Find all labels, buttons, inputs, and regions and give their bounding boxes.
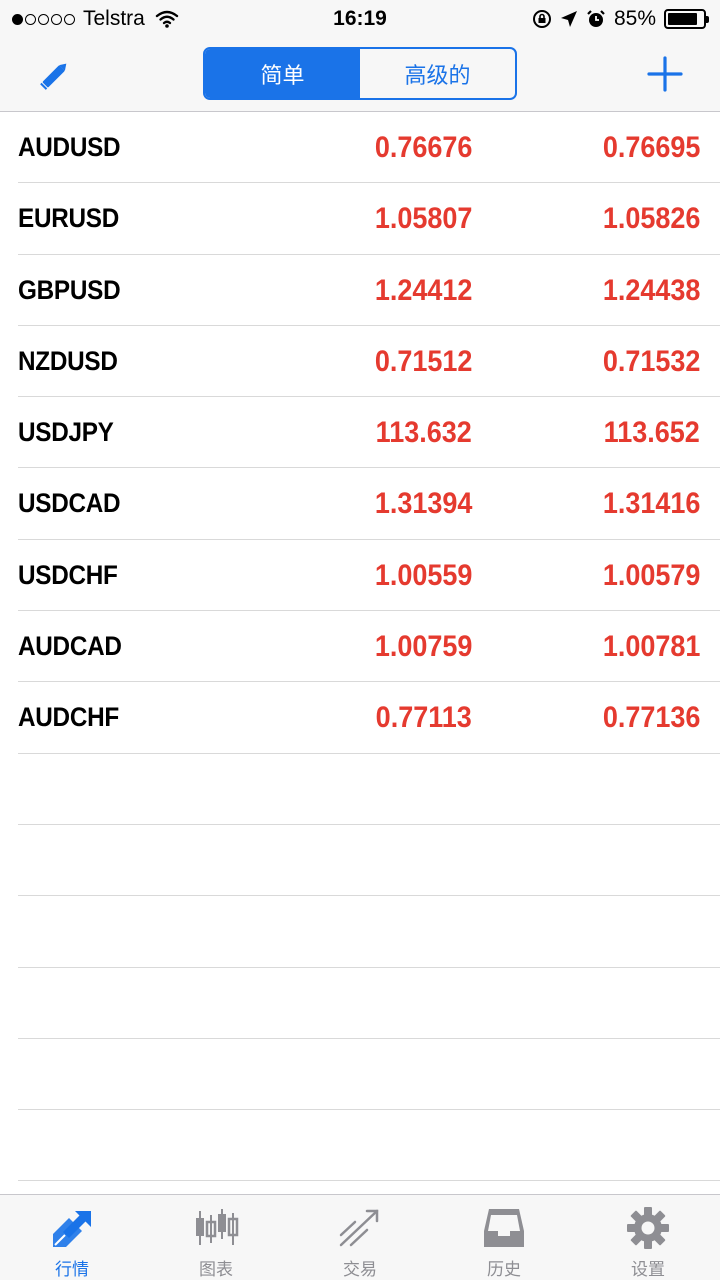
gear-icon: [627, 1207, 669, 1249]
quote-bid: 1.00559: [374, 558, 472, 592]
quote-row[interactable]: AUDCAD 1.00759 1.00781: [0, 611, 720, 683]
quote-row[interactable]: AUDCHF 0.77113 0.77136: [0, 682, 720, 754]
quote-row[interactable]: USDCAD 1.31394 1.31416: [0, 468, 720, 541]
status-bar: Telstra 16:19 85%: [0, 0, 720, 38]
battery-percent: 85%: [613, 7, 656, 30]
quote-symbol: GBPUSD: [18, 274, 121, 305]
quote-symbol: AUDUSD: [18, 132, 121, 162]
quote-row[interactable]: EURUSD 1.05807 1.05826: [0, 183, 720, 255]
quote-ask: 0.76695: [602, 131, 700, 164]
add-plus-icon[interactable]: [646, 55, 684, 93]
tab-bar: 行情 图表 交易 历史 设置: [0, 1194, 720, 1280]
quote-bid: 0.76676: [374, 131, 472, 164]
quote-symbol: AUDCAD: [18, 631, 122, 662]
quotes-screen: Telstra 16:19 85% 简单 高级的 AUDUSD 0.76676 …: [0, 0, 720, 1280]
quote-symbol: NZDUSD: [18, 345, 118, 376]
quote-bid: 1.00759: [374, 630, 472, 664]
tab-label: 交易: [343, 1260, 377, 1279]
tab-trade[interactable]: 交易: [288, 1195, 432, 1280]
tab-label: 历史: [487, 1260, 521, 1279]
quote-symbol: USDJPY: [18, 417, 114, 448]
chart-icon: [196, 1209, 239, 1245]
alarm-icon: [587, 10, 605, 27]
mode-segmented-control: 简单 高级的: [203, 47, 517, 100]
segment-simple[interactable]: 简单: [205, 49, 360, 98]
tab-chart[interactable]: 图表: [144, 1195, 288, 1280]
nav-bar: 简单 高级的: [0, 38, 720, 112]
location-arrow-icon: [560, 11, 577, 27]
quote-row[interactable]: NZDUSD 0.71512 0.71532: [0, 326, 720, 398]
empty-row: [0, 825, 720, 897]
empty-row: [0, 968, 720, 1040]
quote-row[interactable]: AUDUSD 0.76676 0.76695: [0, 112, 720, 184]
status-right: 85%: [532, 7, 709, 31]
tab-label: 行情: [55, 1260, 89, 1279]
tab-label: 设置: [631, 1260, 665, 1279]
empty-row: [0, 1039, 720, 1111]
history-icon: [484, 1209, 524, 1247]
quote-bid: 1.05807: [374, 202, 472, 236]
tab-history[interactable]: 历史: [432, 1195, 576, 1280]
quote-ask: 0.71532: [602, 344, 700, 378]
battery-icon: [664, 9, 709, 29]
quote-row[interactable]: GBPUSD 1.24412 1.24438: [0, 255, 720, 327]
quote-symbol: EURUSD: [18, 203, 119, 234]
trade-icon: [339, 1209, 379, 1247]
quote-ask: 1.24438: [602, 273, 700, 307]
quote-symbol: USDCAD: [18, 488, 121, 519]
quote-symbol: USDCHF: [18, 559, 118, 590]
tab-quotes[interactable]: 行情: [0, 1195, 144, 1280]
tab-label: 图表: [199, 1260, 233, 1279]
quote-bid: 0.77113: [375, 701, 472, 735]
quote-bid: 1.31394: [374, 487, 472, 521]
quote-row[interactable]: USDJPY 113.632 113.652: [0, 397, 720, 469]
quotes-list: AUDUSD 0.76676 0.76695 EURUSD 1.05807 1.…: [0, 112, 720, 1182]
quote-bid: 113.632: [375, 416, 472, 450]
quote-ask: 1.31416: [602, 487, 700, 521]
quotes-icon: [53, 1211, 91, 1247]
quote-bid: 1.24412: [374, 273, 472, 307]
edit-pencil-icon[interactable]: [36, 56, 74, 94]
empty-row: [0, 896, 720, 968]
battery-level: [668, 13, 697, 25]
quote-symbol: AUDCHF: [18, 702, 119, 733]
tab-settings[interactable]: 设置: [576, 1195, 720, 1280]
segment-advanced[interactable]: 高级的: [360, 49, 515, 98]
empty-row: [0, 1110, 720, 1182]
quote-ask: 1.05826: [602, 202, 700, 236]
quote-row[interactable]: USDCHF 1.00559 1.00579: [0, 540, 720, 612]
quote-ask: 113.652: [603, 416, 700, 450]
quote-bid: 0.71512: [374, 344, 472, 378]
quote-ask: 0.77136: [602, 701, 700, 735]
quote-ask: 1.00579: [602, 558, 700, 592]
rotation-lock-icon: [532, 10, 551, 28]
empty-row: [0, 754, 720, 826]
quote-ask: 1.00781: [602, 630, 700, 664]
